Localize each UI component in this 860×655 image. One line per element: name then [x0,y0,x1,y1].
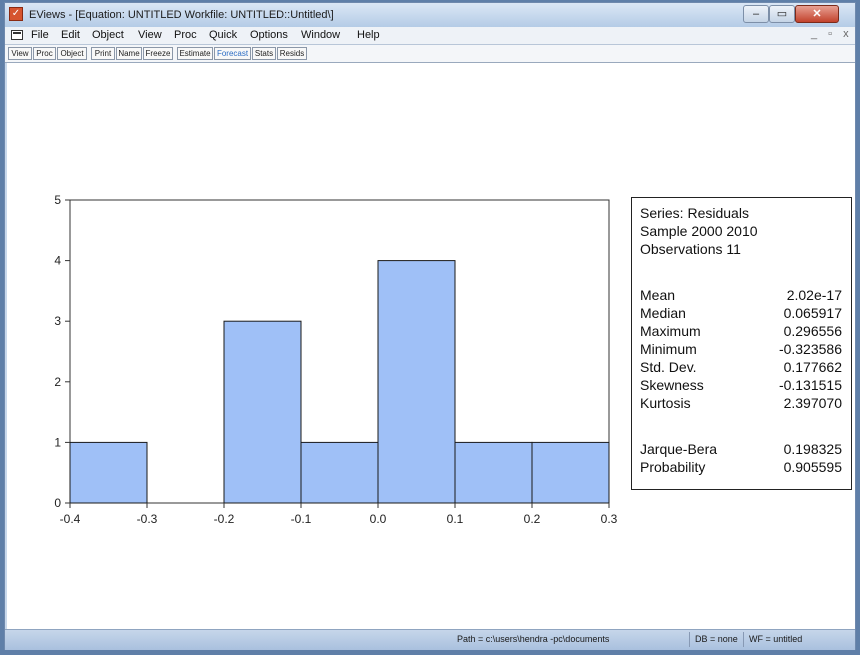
stat-label: Probability [640,459,706,475]
stats-observations-label: Observations 11 [640,241,741,257]
toolbar-proc-button[interactable]: Proc [33,47,56,60]
y-tick-label: 3 [54,314,61,328]
y-tick-label: 5 [54,193,61,207]
equation-toolbar: View Proc Object Print Name Freeze Estim… [5,45,855,63]
minimize-button[interactable]: – [743,5,769,23]
y-tick-label: 0 [54,496,61,510]
x-tick-label: 0.3 [601,512,618,526]
document-control-icon[interactable] [11,30,23,40]
x-tick-label: 0.2 [524,512,541,526]
stat-label: Minimum [640,341,697,357]
toolbar-name-button[interactable]: Name [116,47,142,60]
x-tick-label: -0.4 [60,512,81,526]
stat-row: Jarque-Bera 0.198325 [640,441,842,459]
toolbar-object-button[interactable]: Object [57,47,87,60]
maximize-button[interactable]: ▭ [769,5,795,23]
toolbar-forecast-button[interactable]: Forecast [214,47,251,60]
stat-value: 2.02e-17 [786,287,842,303]
histogram-view: 0 1 2 3 4 5 -0.4 -0.3 -0.2 -0.1 0.0 0.1 0.2 0.3 Serie… [7,63,855,631]
y-tick-label: 4 [54,254,61,268]
x-tick-label: -0.3 [137,512,158,526]
stat-row: Minimum -0.323586 [640,341,842,359]
stat-row: Probability 0.905595 [640,459,842,477]
status-divider [689,632,690,647]
stat-value: 0.905595 [783,459,842,475]
toolbar-print-button[interactable]: Print [91,47,115,60]
toolbar-freeze-button[interactable]: Freeze [143,47,173,60]
descriptive-stats-box: Series: Residuals Sample 2000 2010 Obser… [631,197,852,490]
menu-edit[interactable]: Edit [61,29,80,41]
status-divider [743,632,744,647]
app-window: ✓ EViews - [Equation: UNTITLED Workfile:… [4,2,856,650]
histogram-bar [377,260,456,504]
title-bar[interactable]: ✓ EViews - [Equation: UNTITLED Workfile:… [5,3,855,27]
stat-row: Mean 2.02e-17 [640,287,842,305]
toolbar-estimate-button[interactable]: Estimate [177,47,213,60]
x-tick-label: -0.2 [214,512,235,526]
stat-label: Skewness [640,377,704,393]
status-database[interactable]: DB = none [695,634,738,644]
stat-row: Kurtosis 2.397070 [640,395,842,413]
y-tick-label: 1 [54,435,61,449]
residuals-histogram-chart: 0 1 2 3 4 5 -0.4 -0.3 -0.2 -0.1 0.0 0.1 0.2 0.3 [54,193,618,526]
stat-label: Std. Dev. [640,359,697,375]
x-tick-label: 0.0 [370,512,387,526]
stat-label: Mean [640,287,676,303]
menu-bar: File Edit Object View Proc Quick Options… [5,27,855,45]
histogram-bar [69,441,148,504]
stat-value: -0.131515 [778,377,842,393]
menu-window[interactable]: Window [301,29,340,41]
menu-help[interactable]: Help [357,29,380,41]
stat-label: Median [640,305,686,321]
stat-value: 0.177662 [783,359,842,375]
window-title: EViews - [Equation: UNTITLED Workfile: U… [29,9,334,21]
stat-row: Std. Dev. 0.177662 [640,359,842,377]
menu-object[interactable]: Object [92,29,124,41]
menu-file[interactable]: File [31,29,49,41]
histogram-bar [454,441,533,504]
stats-series-label: Series: Residuals [640,205,749,221]
stat-row: Skewness -0.131515 [640,377,842,395]
stat-value: 0.296556 [783,323,842,339]
toolbar-resids-button[interactable]: Resids [277,47,307,60]
stat-value: 0.198325 [783,441,842,457]
status-workfile[interactable]: WF = untitled [749,634,802,644]
status-bar: Path = c:\users\hendra -pc\documents DB … [5,629,855,650]
stat-value: 0.065917 [783,305,842,321]
mdi-window-controls[interactable]: _ ▫ x [811,28,853,40]
stat-label: Kurtosis [640,395,691,411]
stat-label: Maximum [640,323,701,339]
histogram-bar [531,441,610,504]
stat-value: 2.397070 [783,395,842,411]
close-button[interactable]: ✕ [795,5,839,23]
menu-quick[interactable]: Quick [209,29,237,41]
menu-view[interactable]: View [138,29,162,41]
stat-label: Jarque-Bera [640,441,718,457]
menu-options[interactable]: Options [250,29,288,41]
histogram-bar [223,320,302,504]
y-tick-label: 2 [54,375,61,389]
stat-row: Median 0.065917 [640,305,842,323]
stat-row: Maximum 0.296556 [640,323,842,341]
stat-value: -0.323586 [778,341,842,357]
toolbar-stats-button[interactable]: Stats [252,47,276,60]
stats-sample-label: Sample 2000 2010 [640,223,758,239]
eviews-app-icon[interactable]: ✓ [9,7,23,21]
status-path[interactable]: Path = c:\users\hendra -pc\documents [457,634,609,644]
menu-proc[interactable]: Proc [174,29,197,41]
toolbar-view-button[interactable]: View [8,47,32,60]
x-tick-label: -0.1 [291,512,312,526]
histogram-bar [300,441,379,504]
x-tick-label: 0.1 [447,512,464,526]
